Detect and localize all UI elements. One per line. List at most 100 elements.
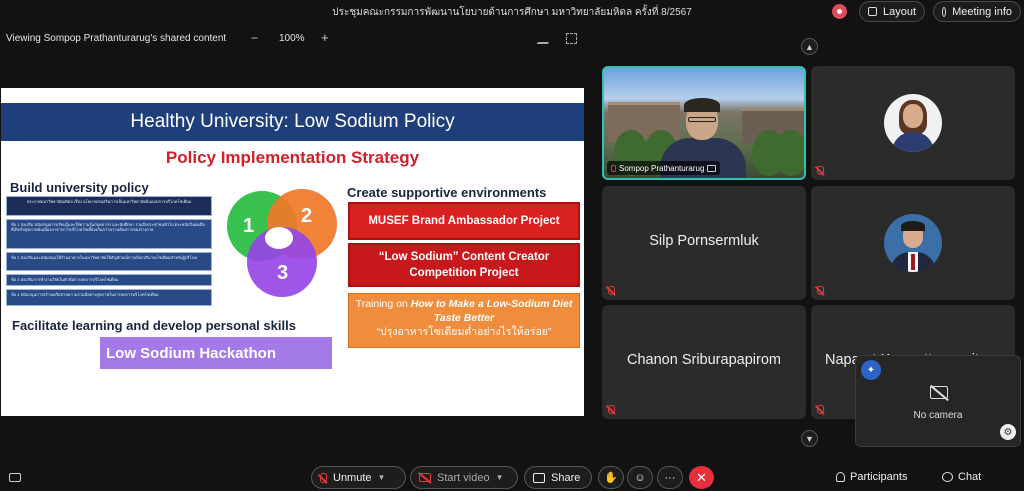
avatar-hair bbox=[901, 221, 925, 231]
participant-tile[interactable]: Silp Pornsermluk bbox=[602, 186, 806, 300]
participant-name: Chanon Sriburapapirom bbox=[627, 352, 781, 368]
avatar bbox=[884, 94, 942, 152]
venn-center bbox=[265, 227, 293, 249]
policy-item: ข้อ 2 ส่งเสริมและสนับสนุนให้ร้านอาหารในม… bbox=[6, 252, 212, 271]
annotate-icon[interactable] bbox=[536, 33, 555, 44]
gear-icon[interactable]: ⚙ bbox=[1000, 424, 1016, 440]
facilitate-learning-heading: Facilitate learning and develop personal… bbox=[12, 318, 296, 333]
participants-label: Participants bbox=[850, 471, 908, 483]
policy-item: ข้อ 4 สนับสนุนการสร้างเครือข่ายความร่วมม… bbox=[6, 289, 212, 306]
meeting-info-button[interactable]: Meeting info bbox=[933, 1, 1021, 22]
slide-subtitle: Policy Implementation Strategy bbox=[165, 148, 420, 167]
camera-off-icon bbox=[419, 473, 431, 482]
mic-off-icon bbox=[817, 405, 824, 414]
chevron-down-icon[interactable]: ▼ bbox=[496, 473, 504, 482]
participant-name: Silp Pornsermluk bbox=[649, 233, 759, 249]
slide-title: Healthy University: Low Sodium Policy bbox=[1, 103, 584, 141]
avatar-tie bbox=[911, 254, 915, 270]
layout-label: Layout bbox=[882, 5, 916, 18]
speaker-hair bbox=[684, 98, 720, 112]
chevron-down-icon[interactable]: ▼ bbox=[378, 473, 386, 482]
background-tree bbox=[774, 130, 804, 176]
mic-off-icon bbox=[817, 166, 824, 175]
unmute-button[interactable]: Unmute ▼ bbox=[311, 466, 406, 489]
participant-tile[interactable]: Chanon Sriburapapirom bbox=[602, 305, 806, 419]
control-bar: Unmute ▼ Start video ▼ Share ✋ ☺ ··· ✕ P… bbox=[0, 464, 1024, 491]
more-options-button[interactable]: ··· bbox=[657, 466, 683, 489]
musef-project-box: MUSEF Brand Ambassador Project bbox=[348, 202, 580, 240]
policy-announcement: ประกาศมหาวิทยาลัยมหิดล เรื่อง นโยบายส่งเ… bbox=[6, 196, 212, 216]
end-call-button[interactable]: ✕ bbox=[689, 466, 714, 489]
meeting-info-label: Meeting info bbox=[952, 5, 1012, 18]
participant-tile-video[interactable]: Sompop Prathanturarug bbox=[602, 66, 806, 180]
venn-number-3: 3 bbox=[277, 262, 289, 284]
participant-name: Sompop Prathanturarug bbox=[619, 163, 705, 173]
content-creator-project-box: “Low Sodium” Content Creator Competition… bbox=[348, 243, 580, 287]
training-box: Training on How to Make a Low-Sodium Die… bbox=[348, 293, 580, 348]
avatar-face bbox=[903, 104, 923, 128]
avatar bbox=[884, 214, 942, 272]
participants-button[interactable]: Participants bbox=[836, 471, 907, 483]
scroll-down-button[interactable]: ▼ bbox=[801, 430, 818, 447]
zoom-level: 100% bbox=[279, 33, 305, 44]
training-title: How to Make a Low-Sodium Diet Taste Bett… bbox=[410, 298, 573, 324]
mic-off-icon bbox=[608, 405, 615, 414]
training-prefix: Training on bbox=[355, 298, 411, 310]
speaker-glasses bbox=[688, 117, 716, 122]
captions-icon[interactable] bbox=[9, 473, 21, 482]
share-button[interactable]: Share bbox=[524, 466, 592, 489]
start-video-button[interactable]: Start video ▼ bbox=[410, 466, 518, 489]
venn-diagram: 1 2 3 bbox=[223, 185, 339, 301]
pin-icon[interactable]: ✦ bbox=[861, 360, 881, 380]
reactions-button[interactable]: ☺ bbox=[627, 466, 653, 489]
chat-label: Chat bbox=[958, 471, 982, 483]
mic-off-icon bbox=[320, 472, 327, 483]
hackathon-box: Low Sodium Hackathon bbox=[100, 337, 332, 369]
training-thai: “ปรุงอาหารโซเดียมต่ำอย่างไรให้อร่อย” bbox=[376, 326, 552, 338]
unmute-label: Unmute bbox=[333, 471, 372, 484]
layout-icon bbox=[868, 7, 877, 16]
layout-button[interactable]: Layout bbox=[859, 1, 925, 22]
smiley-icon: ☺ bbox=[634, 471, 646, 484]
participant-name-chip: Sompop Prathanturarug bbox=[607, 161, 721, 175]
sharing-icon bbox=[707, 164, 717, 172]
create-environments-heading: Create supportive environments bbox=[347, 185, 547, 200]
self-view-panel[interactable]: ✦ No camera ⚙ bbox=[855, 355, 1021, 447]
top-bar: ประชุมคณะกรรมการพัฒนานโยบายด้านการศึกษา … bbox=[0, 0, 1024, 24]
scroll-up-button[interactable]: ▲ bbox=[801, 38, 818, 55]
share-label: Share bbox=[551, 471, 581, 484]
participant-tile[interactable] bbox=[811, 66, 1015, 180]
venn-number-1: 1 bbox=[243, 215, 255, 237]
chevron-up-icon: ▲ bbox=[805, 41, 814, 52]
zoom-out-button[interactable]: − bbox=[251, 31, 258, 45]
share-screen-icon bbox=[533, 472, 545, 483]
fullscreen-icon[interactable] bbox=[566, 33, 577, 44]
policy-item: ข้อ 1 ส่งเสริม สนับสนุนการเรียนรู้และให้… bbox=[6, 219, 212, 249]
shared-content-label: Viewing Sompop Prathanturarug's shared c… bbox=[6, 33, 227, 44]
avatar-body bbox=[892, 132, 934, 152]
raise-hand-button[interactable]: ✋ bbox=[598, 466, 624, 489]
participants-icon bbox=[836, 472, 845, 482]
record-indicator-icon[interactable] bbox=[832, 4, 847, 19]
info-icon bbox=[942, 6, 947, 17]
mic-off-icon bbox=[817, 286, 824, 295]
no-camera-label: No camera bbox=[913, 410, 963, 421]
share-toolbar: Viewing Sompop Prathanturarug's shared c… bbox=[0, 28, 600, 50]
policy-item: ข้อ 3 ส่งเสริมการทำงานวิจัยในหัวข้อการลด… bbox=[6, 274, 212, 286]
zoom-in-button[interactable]: + bbox=[321, 30, 329, 45]
camera-off-icon bbox=[930, 386, 948, 399]
venn-number-2: 2 bbox=[301, 205, 313, 227]
shared-slide: Healthy University: Low Sodium Policy Po… bbox=[1, 88, 584, 416]
chat-icon bbox=[942, 472, 953, 482]
chat-button[interactable]: Chat bbox=[942, 471, 981, 483]
more-icon: ··· bbox=[664, 471, 676, 484]
policy-list: ประกาศมหาวิทยาลัยมหิดล เรื่อง นโยบายส่งเ… bbox=[6, 196, 212, 309]
build-policy-heading: Build university policy bbox=[10, 180, 149, 195]
mic-off-icon bbox=[608, 286, 615, 295]
chevron-down-icon: ▼ bbox=[805, 433, 814, 444]
mic-off-icon bbox=[611, 164, 616, 172]
participant-tile[interactable] bbox=[811, 186, 1015, 300]
start-video-label: Start video bbox=[437, 471, 490, 484]
hand-icon: ✋ bbox=[604, 472, 618, 484]
close-icon: ✕ bbox=[696, 469, 707, 485]
